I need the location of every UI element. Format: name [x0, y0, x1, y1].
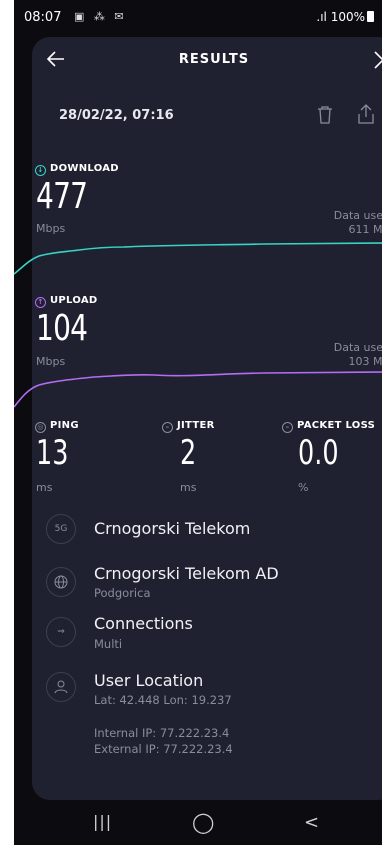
provider-name: Crnogorski Telekom [94, 519, 251, 538]
header: RESULTS [32, 37, 382, 87]
download-data-used-label: Data used [333, 209, 382, 222]
home-button[interactable]: ◯ [192, 810, 214, 834]
download-graph [14, 242, 382, 275]
close-icon[interactable] [372, 49, 382, 71]
status-bar: 08:07 ▣ ⁂ ✉ .ıl 100% [14, 0, 382, 34]
back-button[interactable]: < [304, 812, 319, 833]
recent-apps-button[interactable]: ||| [93, 812, 112, 831]
trash-icon[interactable] [317, 105, 333, 125]
jitter-value: 2 [180, 433, 197, 473]
download-label: ↓ DOWNLOAD [35, 163, 119, 176]
jitter-label: – JITTER [162, 420, 215, 433]
download-value: 477 [36, 176, 88, 217]
user-location-title: User Location [94, 671, 204, 690]
ping-label-text: PING [50, 420, 79, 431]
result-date: 28/02/22, 07:16 [59, 108, 174, 123]
navigation-bar: ||| ◯ < [14, 800, 382, 845]
ping-icon: ◎ [35, 422, 46, 433]
ping-label: ◎ PING [35, 420, 79, 433]
globe-icon-svg [54, 575, 68, 589]
results-card: RESULTS 28/02/22, 07:16 ↓ DOWNLOAD 477 Mb… [14, 37, 382, 800]
user-icon-svg [54, 680, 68, 694]
phone-screen: 08:07 ▣ ⁂ ✉ .ıl 100% RESULTS 28/02/22, 0… [14, 0, 382, 845]
server-name[interactable]: Crnogorski Telekom AD [94, 564, 279, 583]
battery-icon [367, 11, 374, 22]
packet-loss-label: – PACKET LOSS [282, 420, 375, 433]
ping-unit: ms [36, 481, 53, 494]
share-icon[interactable] [357, 103, 375, 125]
packet-loss-value: 0.0 [298, 433, 339, 473]
globe-icon [46, 567, 76, 597]
upload-graph [14, 371, 382, 408]
connections-title: Connections [94, 614, 193, 633]
jitter-label-text: JITTER [177, 420, 215, 431]
notification-icons: ▣ ⁂ ✉ [74, 10, 127, 23]
page-title: RESULTS [178, 52, 250, 67]
packet-loss-label-text: PACKET LOSS [297, 420, 376, 431]
server-location: Podgorica [94, 586, 151, 600]
upload-value: 104 [36, 308, 88, 349]
upload-label-text: UPLOAD [50, 295, 98, 306]
download-icon: ↓ [35, 165, 46, 176]
status-time: 08:07 [24, 10, 62, 25]
external-ip: External IP: 77.222.23.4 [94, 742, 233, 756]
internal-ip: Internal IP: 77.222.23.4 [94, 726, 230, 740]
ping-value: 13 [36, 433, 69, 473]
connections-mode: Multi [94, 637, 123, 651]
battery-text: .ıl 100% [316, 10, 365, 24]
upload-data-used-label: Data used [333, 341, 382, 354]
jitter-unit: ms [180, 481, 197, 494]
packet-loss-icon: – [282, 422, 293, 433]
packet-loss-unit: % [298, 481, 309, 494]
signal-battery: .ıl 100% [316, 10, 374, 24]
download-label-text: DOWNLOAD [50, 163, 119, 174]
upload-icon: ↑ [35, 297, 46, 308]
user-location-coords: Lat: 42.448 Lon: 19.237 [94, 693, 232, 707]
user-icon [46, 672, 76, 702]
network-5g-icon: 5G [46, 514, 76, 544]
connections-icon: ⇒ [46, 617, 76, 647]
jitter-icon: – [162, 422, 173, 433]
upload-label: ↑ UPLOAD [35, 295, 98, 308]
